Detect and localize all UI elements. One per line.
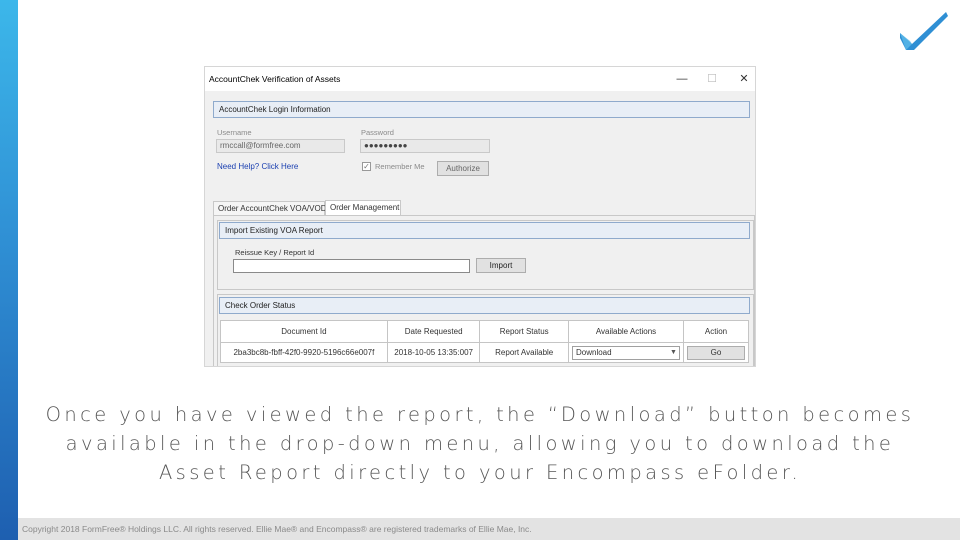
column-header-available-actions[interactable]: Available Actions (567, 320, 684, 343)
username-field[interactable]: rmccall@formfree.com (216, 139, 345, 153)
order-status-table: Document Id Date Requested Report Status… (220, 320, 750, 363)
remember-me-checkbox[interactable]: ✓ (362, 162, 371, 171)
action-cell: Go (682, 342, 750, 363)
password-label: Password (361, 128, 394, 137)
tab-order-voa-vod[interactable]: Order AccountChek VOA/VOD (213, 201, 327, 216)
table-row[interactable]: 2ba3bc8b-fbff-42f0-9920-5196c66e007f 201… (220, 342, 750, 363)
import-group-header: Import Existing VOA Report (219, 222, 750, 239)
report-status-cell: Report Available (479, 342, 569, 363)
authorize-button[interactable]: Authorize (437, 161, 489, 176)
copyright-text: Copyright 2018 FormFree® Holdings LLC. A… (22, 524, 532, 534)
accent-sidebar-bar (0, 0, 18, 540)
column-header-date-requested[interactable]: Date Requested (386, 320, 481, 343)
available-actions-value: Download (575, 347, 612, 357)
table-header-row: Document Id Date Requested Report Status… (220, 320, 750, 343)
tab-order-management[interactable]: Order Management (325, 200, 401, 216)
dialog-titlebar: AccountChek Verification of Assets — ☐ ✕ (205, 67, 755, 91)
dialog-title: AccountChek Verification of Assets (209, 74, 341, 84)
checkmark-icon (900, 12, 948, 50)
column-header-report-status[interactable]: Report Status (479, 320, 569, 343)
column-header-document-id[interactable]: Document Id (220, 320, 388, 343)
date-requested-cell: 2018-10-05 13:35:007 (386, 342, 481, 363)
go-button[interactable]: Go (686, 345, 745, 360)
available-actions-select[interactable]: Download ▼ (571, 345, 680, 360)
footer-bar: Copyright 2018 FormFree® Holdings LLC. A… (18, 518, 960, 540)
username-label: Username (217, 128, 252, 137)
close-button[interactable]: ✕ (733, 70, 755, 88)
document-id-cell: 2ba3bc8b-fbff-42f0-9920-5196c66e007f (220, 342, 388, 363)
import-button[interactable]: Import (476, 258, 526, 273)
column-header-action[interactable]: Action (682, 320, 750, 343)
reissue-key-label: Reissue Key / Report Id (235, 248, 315, 257)
accountchek-dialog: AccountChek Verification of Assets — ☐ ✕… (204, 66, 756, 367)
password-field[interactable]: ●●●●●●●●● (360, 139, 490, 153)
chevron-down-icon[interactable]: ▼ (670, 347, 677, 359)
maximize-button[interactable]: ☐ (701, 70, 723, 88)
order-status-header: Check Order Status (219, 297, 750, 314)
slide-caption: Once you have viewed the report, the “Do… (45, 403, 915, 484)
help-link[interactable]: Need Help? Click Here (217, 162, 298, 171)
available-actions-cell: Download ▼ (567, 342, 684, 363)
reissue-key-input[interactable] (233, 259, 470, 273)
login-group-header: AccountChek Login Information (213, 101, 750, 118)
remember-me-label: Remember Me (375, 162, 425, 171)
minimize-button[interactable]: — (671, 70, 693, 88)
